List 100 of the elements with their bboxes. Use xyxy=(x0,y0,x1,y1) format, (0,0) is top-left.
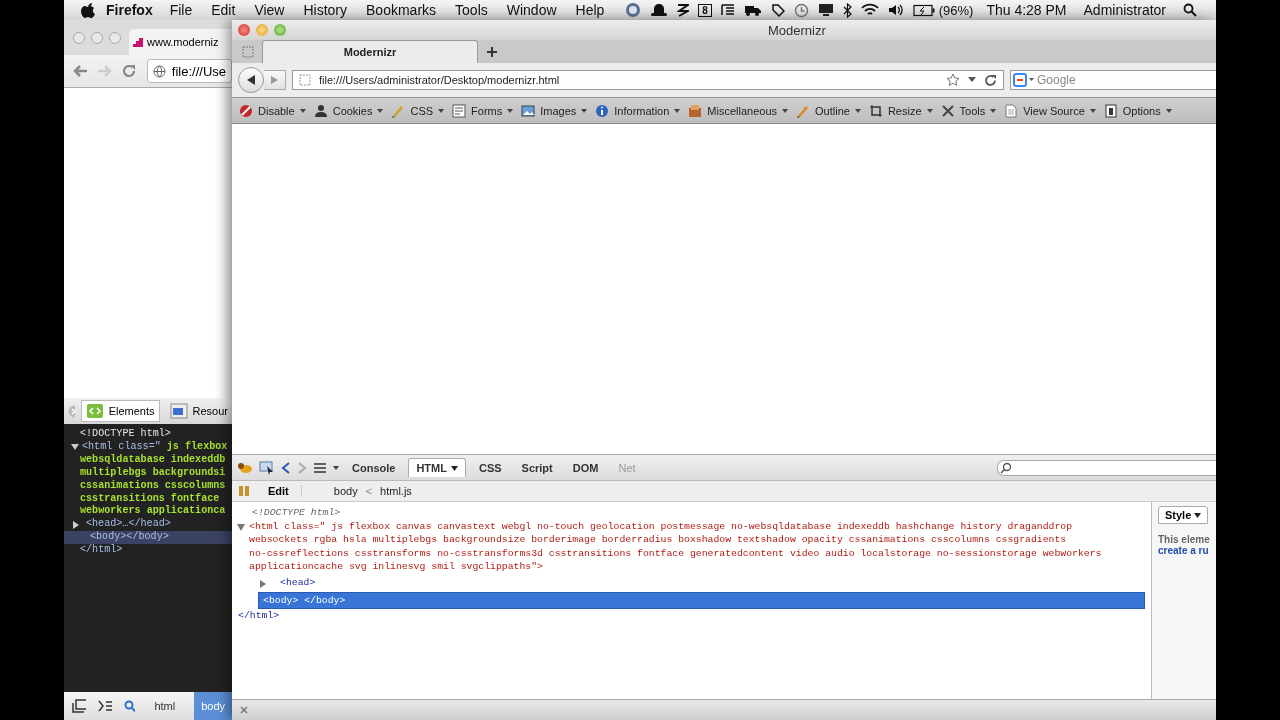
inspect-icon[interactable] xyxy=(259,460,275,475)
menu-item[interactable]: Help xyxy=(575,2,605,18)
toolbar-menu[interactable]: CSS xyxy=(391,103,445,118)
plus-icon[interactable] xyxy=(486,45,498,58)
caret-icon xyxy=(1165,108,1172,113)
clock-icon[interactable] xyxy=(793,2,809,18)
code-line: </html> xyxy=(238,610,280,622)
tag-icon[interactable] xyxy=(770,3,785,17)
code-line: <html class=" js flexbox canvas canvastext webgl no-touch geolocation postmessage no-websqldatabase indexeddb hashchange history draganddrop websockets rgba hsla multiplebgs backgroundsize borderimage borderradius boxshadow textshadow opacity cssanimations csscolumns cssgradients no-cssreflections csstransforms no-csstransforms3d csstransitions fontface generatedcontent video audio localstorage no-sessionstorage webworkers applicationcache svg inlinesvg smil svgclippaths"> xyxy=(249,519,1102,574)
dock-icon[interactable] xyxy=(72,699,86,713)
bug-icon[interactable] xyxy=(237,460,253,475)
style-tab[interactable]: Style xyxy=(1158,506,1209,524)
code-line: <html class=" js flexbox xyxy=(82,440,228,454)
devtools-tab[interactable]: Resour xyxy=(165,401,232,421)
truck-icon[interactable] xyxy=(743,3,762,17)
close-icon[interactable] xyxy=(240,706,248,714)
menu-item[interactable]: Tools xyxy=(455,2,488,18)
toolbar-menu[interactable]: Images xyxy=(521,103,588,118)
toolbar-menu[interactable]: Forms xyxy=(452,103,514,118)
menu-item[interactable]: Bookmarks xyxy=(366,2,437,18)
address-bar[interactable]: file:///Users/administrator/Desktop/modernizr.html xyxy=(292,70,1004,90)
disclosure-triangle[interactable] xyxy=(71,444,79,451)
tree-node[interactable]: <head> xyxy=(276,574,320,591)
caret-icon xyxy=(507,108,514,113)
caret-icon xyxy=(926,108,933,113)
code-line: <!DOCTYPE html> xyxy=(252,507,341,518)
browser-tab[interactable]: www.moderniz xyxy=(129,29,232,55)
search-field[interactable] xyxy=(997,459,1216,476)
star-icon[interactable] xyxy=(946,73,960,87)
clock[interactable]: Thu 4:28 PM xyxy=(986,2,1067,18)
reload-icon[interactable] xyxy=(121,64,135,78)
panel-tab[interactable]: Script xyxy=(514,458,560,477)
toolbar-menu[interactable]: View Source xyxy=(1004,103,1096,118)
breadcrumb[interactable]: html.js xyxy=(380,485,412,497)
menu-item[interactable]: History xyxy=(303,2,348,18)
tree-node[interactable]: <body></body> xyxy=(64,531,232,545)
app-menu[interactable]: Firefox xyxy=(106,2,153,18)
search-icon[interactable] xyxy=(1183,3,1197,17)
create-rule-link[interactable]: create a ru xyxy=(1158,545,1209,556)
tree-node[interactable]: <body> </body> xyxy=(258,591,1145,610)
menu-item[interactable]: File xyxy=(169,2,193,18)
address-bar[interactable]: file:///Use xyxy=(146,59,232,83)
search-engine-icon[interactable] xyxy=(1010,70,1034,90)
calendar-icon[interactable]: 8 xyxy=(698,3,712,17)
caret-icon[interactable] xyxy=(333,465,339,470)
crop-icon xyxy=(868,103,883,118)
toolbar-menu[interactable]: Options xyxy=(1103,103,1172,118)
toolbar-menu[interactable]: Outline xyxy=(796,103,861,118)
toolbar-menu[interactable]: Disable xyxy=(239,103,306,118)
caret-icon xyxy=(782,108,789,113)
console-icon[interactable] xyxy=(98,700,112,712)
panel-tab[interactable]: HTML xyxy=(408,458,466,477)
menu-item[interactable]: View xyxy=(254,2,285,18)
breadcrumb[interactable]: html xyxy=(147,692,183,720)
toolbar-menu[interactable]: Information xyxy=(595,103,681,118)
panel-tab[interactable]: Console xyxy=(345,458,403,477)
volume-icon[interactable] xyxy=(887,3,904,17)
caret-icon xyxy=(299,108,306,113)
user-menu[interactable]: Administrator xyxy=(1083,2,1166,18)
toolbar-menu[interactable]: Miscellaneous xyxy=(688,103,789,118)
list-icon[interactable] xyxy=(720,3,735,17)
monitor-icon[interactable] xyxy=(817,3,834,17)
list-icon[interactable] xyxy=(313,461,327,474)
page-icon xyxy=(299,74,311,86)
back-triangle-icon xyxy=(246,75,256,85)
bluetooth-icon[interactable] xyxy=(842,2,852,18)
code-icon xyxy=(85,403,104,419)
close-button[interactable] xyxy=(238,24,250,36)
edit-button[interactable]: Edit xyxy=(262,485,302,497)
toolbar-menu[interactable]: Cookies xyxy=(313,103,384,118)
caret-icon[interactable] xyxy=(968,77,976,83)
back-arrow-icon[interactable] xyxy=(72,64,87,78)
reload-icon[interactable] xyxy=(984,73,997,87)
toolbar-menu[interactable]: Tools xyxy=(940,103,997,118)
caret-icon xyxy=(674,108,681,113)
devtools-tab[interactable]: Elements xyxy=(80,400,160,422)
breadcrumb[interactable]: body xyxy=(333,485,358,497)
code-line: webworkers applicationca xyxy=(80,505,226,518)
code-line: <!DOCTYPE html> xyxy=(80,428,171,441)
wifi-icon[interactable] xyxy=(860,3,879,17)
no-entry-icon xyxy=(239,103,253,118)
toolbar-menu[interactable]: Resize xyxy=(868,103,933,118)
battery-percentage: (96%) xyxy=(938,2,974,18)
browser-tab[interactable]: Modernizr xyxy=(262,40,478,63)
person-icon xyxy=(313,103,328,118)
box-icon xyxy=(688,103,703,118)
code-line: cssanimations csscolumns xyxy=(80,479,226,493)
panel-tab[interactable]: CSS xyxy=(471,458,509,477)
battery-icon[interactable] xyxy=(912,3,935,17)
disclosure-triangle[interactable] xyxy=(237,523,245,531)
menu-item[interactable]: Edit xyxy=(211,2,236,18)
back-button[interactable] xyxy=(238,67,264,93)
menu-item[interactable]: Window xyxy=(506,2,557,18)
hat-icon[interactable] xyxy=(650,3,669,17)
zigzag-icon[interactable] xyxy=(677,3,690,17)
search-field[interactable]: Google xyxy=(1034,70,1216,90)
caret-icon xyxy=(438,108,445,113)
apple-icon[interactable] xyxy=(81,2,95,18)
panel-tab[interactable]: DOM xyxy=(565,458,606,477)
badge-icon[interactable] xyxy=(625,2,642,18)
